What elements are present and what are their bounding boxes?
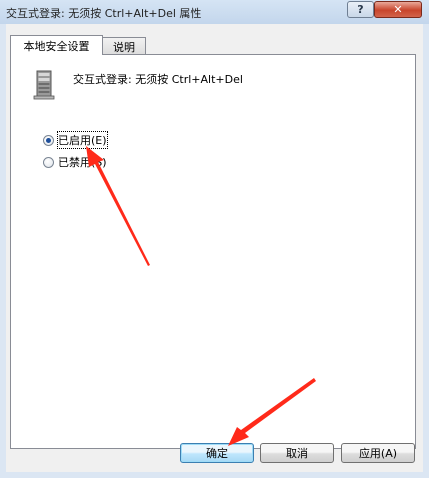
close-icon: ✕ [393,3,403,16]
tab-label: 说明 [113,40,135,54]
ok-label: 确定 [206,447,228,460]
apply-label: 应用(A) [358,447,398,460]
ok-button[interactable]: 确定 [180,443,254,463]
dialog-client-area: 本地安全设置 说明 交互式登录: 无须按 Ctrl+Alt+Del 已启用(E) [6,24,423,472]
disabled-label[interactable]: 已禁用(S) [58,154,107,170]
question-mark-icon: ? [357,3,364,16]
cancel-label: 取消 [286,447,308,460]
disabled-option[interactable]: 已禁用(S) [43,154,107,170]
close-button[interactable]: ✕ [374,1,422,18]
tab-label: 本地安全设置 [23,39,90,53]
disabled-radio[interactable] [43,156,54,168]
radio-selected-dot [46,137,51,143]
enabled-option[interactable]: 已启用(E) [43,131,108,149]
server-tower-icon [33,70,55,100]
policy-name: 交互式登录: 无须按 Ctrl+Alt+Del [73,73,243,86]
title-bar[interactable]: 交互式登录: 无须按 Ctrl+Alt+Del 属性 ? ✕ [0,0,429,24]
window-title: 交互式登录: 无须按 Ctrl+Alt+Del 属性 [6,7,202,20]
tab-local-security-setting[interactable]: 本地安全设置 [10,35,103,55]
help-button[interactable]: ? [347,1,374,18]
properties-window: 交互式登录: 无须按 Ctrl+Alt+Del 属性 ? ✕ 本地安全设置 说明 [0,0,429,478]
enabled-radio[interactable] [43,134,54,146]
tab-explain[interactable]: 说明 [102,37,146,55]
apply-button[interactable]: 应用(A) [341,443,415,463]
tab-panel: 交互式登录: 无须按 Ctrl+Alt+Del 已启用(E) 已禁用(S) [10,54,416,449]
enabled-label[interactable]: 已启用(E) [57,131,108,149]
cancel-button[interactable]: 取消 [260,443,334,463]
